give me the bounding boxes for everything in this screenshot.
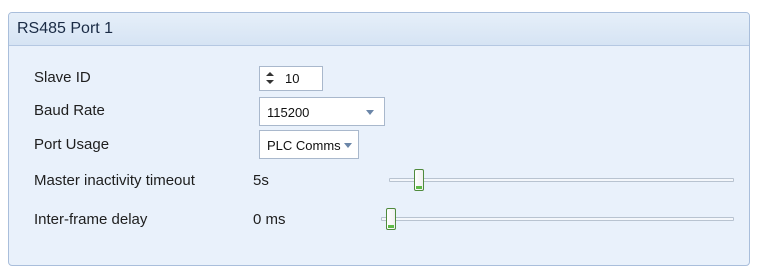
inter-frame-delay-value: 0 ms <box>253 211 286 228</box>
master-inactivity-timeout-label: Master inactivity timeout <box>34 172 195 189</box>
panel-title: RS485 Port 1 <box>17 20 114 37</box>
slave-id-value[interactable]: 10 <box>285 71 299 86</box>
panel-header: RS485 Port 1 <box>9 13 749 46</box>
master-inactivity-timeout-value: 5s <box>253 172 269 189</box>
slave-id-label: Slave ID <box>34 69 91 86</box>
spin-down-icon[interactable] <box>266 80 274 84</box>
baud-rate-label: Baud Rate <box>34 102 105 119</box>
port-usage-label: Port Usage <box>34 136 110 153</box>
slider-thumb[interactable] <box>413 169 424 191</box>
slider-track[interactable] <box>389 178 734 182</box>
slave-id-spinner[interactable]: 10 <box>259 66 323 91</box>
inter-frame-delay-slider[interactable] <box>381 208 734 232</box>
inter-frame-delay-label: Inter-frame delay <box>34 211 148 228</box>
port-usage-dropdown[interactable]: PLC Comms <box>259 130 359 159</box>
baud-rate-dropdown[interactable]: 115200 <box>259 97 385 126</box>
spinner-arrows-icon[interactable] <box>264 69 276 88</box>
rs485-port-panel: RS485 Port 1 Slave ID 10 Baud Rate 11520… <box>8 12 750 266</box>
slider-track[interactable] <box>381 217 734 221</box>
port-usage-value[interactable]: PLC Comms <box>267 138 341 153</box>
master-inactivity-timeout-slider[interactable] <box>389 169 734 193</box>
baud-rate-value[interactable]: 115200 <box>267 105 309 120</box>
slider-thumb[interactable] <box>386 208 396 230</box>
spin-up-icon[interactable] <box>266 72 274 76</box>
chevron-down-icon[interactable] <box>366 110 374 115</box>
chevron-down-icon[interactable] <box>344 143 352 148</box>
